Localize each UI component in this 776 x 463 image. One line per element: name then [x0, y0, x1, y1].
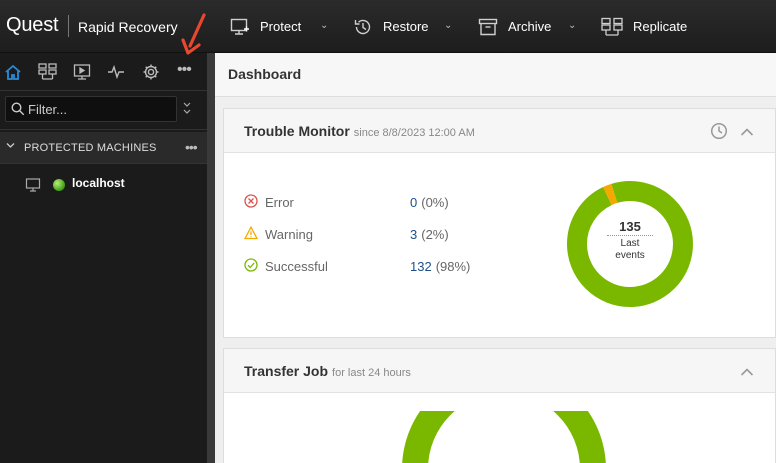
protected-machines-title: PROTECTED MACHINES — [24, 142, 157, 154]
donut-caption-line1: Last — [620, 238, 640, 249]
donut-total: 135 — [619, 219, 641, 234]
nav-restore-button[interactable]: Restore — [353, 0, 429, 53]
settings-icon[interactable] — [142, 63, 162, 83]
section-more-icon[interactable]: ••• — [185, 139, 198, 155]
brand-divider — [68, 15, 69, 37]
chevron-up-icon[interactable] — [740, 364, 754, 382]
transfer-job-subtitle: for last 24 hours — [332, 367, 411, 379]
home-icon[interactable] — [4, 63, 24, 83]
sidebar-divider — [0, 129, 207, 130]
transfer-job-title: Transfer Job for last 24 hours — [244, 363, 411, 379]
history-clock-icon[interactable] — [710, 122, 728, 145]
main-header: Dashboard — [215, 53, 776, 97]
nav-restore-label: Restore — [383, 19, 429, 34]
nav-replicate-label: Replicate — [633, 19, 688, 34]
page-title: Dashboard — [228, 66, 302, 82]
donut-caption-line2: events — [615, 250, 645, 261]
nav-archive-label: Archive — [508, 19, 552, 34]
transfer-job-title-text: Transfer Job — [244, 363, 329, 379]
servers-icon[interactable] — [38, 63, 58, 83]
warning-icon — [243, 225, 259, 243]
search-icon — [11, 102, 25, 121]
transfer-job-donut-chart[interactable] — [394, 411, 614, 463]
warning-label: Warning — [265, 226, 313, 242]
replicate-icon — [601, 17, 623, 37]
activity-icon[interactable] — [107, 63, 127, 83]
transfer-job-header: Transfer Job for last 24 hours — [224, 349, 775, 393]
restore-icon — [353, 17, 373, 37]
warning-percent: (2%) — [421, 226, 449, 242]
trouble-monitor-title: Trouble Monitor since 8/8/2023 12:00 AM — [244, 123, 475, 139]
transfer-job-donut-segment — [402, 411, 606, 463]
sidebar: ••• PROTECTED MACHINES ••• localhost — [0, 53, 207, 463]
trouble-monitor-title-text: Trouble Monitor — [244, 123, 350, 139]
more-icon[interactable]: ••• — [177, 61, 197, 81]
error-label: Error — [265, 194, 294, 210]
restore-chevron-down-icon[interactable]: ⌄ — [444, 20, 452, 31]
annotation-arrow-icon — [180, 12, 208, 61]
trouble-monitor-card: Trouble Monitor since 8/8/2023 12:00 AM E… — [223, 108, 776, 338]
monitor-icon[interactable] — [73, 63, 93, 83]
protect-icon — [230, 17, 250, 37]
filter-field[interactable] — [5, 96, 177, 122]
donut-label-divider — [607, 235, 653, 236]
trouble-monitor-subtitle: since 8/8/2023 12:00 AM — [353, 127, 475, 139]
archive-chevron-down-icon[interactable]: ⌄ — [568, 20, 576, 31]
chevron-down-icon[interactable] — [6, 141, 15, 152]
nav-archive-button[interactable]: Archive — [478, 0, 551, 53]
error-count: 0 — [410, 194, 418, 210]
trouble-row-successful[interactable]: Successful 132 (98%) — [244, 256, 470, 276]
protect-chevron-down-icon[interactable]: ⌄ — [320, 20, 328, 31]
sidebar-resize-handle[interactable] — [207, 53, 215, 463]
error-icon — [244, 193, 258, 211]
filter-input[interactable] — [28, 100, 173, 118]
transfer-job-card: Transfer Job for last 24 hours — [223, 348, 776, 463]
trouble-row-warning[interactable]: Warning 3 (2%) — [243, 224, 449, 244]
nav-protect-label: Protect — [260, 19, 302, 34]
successful-count: 132 — [410, 258, 432, 274]
quest-logo: Quest — [6, 14, 59, 36]
archive-icon — [478, 17, 498, 37]
sidebar-toolbar: ••• — [0, 53, 207, 91]
warning-count: 3 — [410, 226, 418, 242]
collapse-all-icon[interactable] — [182, 101, 192, 118]
successful-label: Successful — [265, 258, 328, 274]
success-icon — [244, 257, 258, 275]
nav-protect-button[interactable]: Protect — [230, 0, 301, 53]
error-percent: (0%) — [421, 194, 449, 210]
donut-caption: Last events — [600, 238, 660, 262]
successful-percent: (98%) — [435, 258, 471, 274]
protected-machines-header[interactable]: PROTECTED MACHINES ••• — [0, 132, 207, 164]
chevron-up-icon[interactable] — [740, 124, 754, 142]
trouble-monitor-header: Trouble Monitor since 8/8/2023 12:00 AM — [224, 109, 775, 153]
nav-replicate-button[interactable]: Replicate — [601, 0, 687, 53]
top-bar: Quest Rapid Recovery Protect ⌄ Restore ⌄… — [0, 0, 776, 53]
online-status-icon — [53, 179, 65, 191]
computer-icon — [25, 177, 41, 198]
trouble-row-error[interactable]: Error 0 (0%) — [244, 192, 449, 212]
main-content: Dashboard Trouble Monitor since 8/8/2023 … — [215, 53, 776, 463]
machine-name: localhost — [72, 176, 125, 190]
machine-item-localhost[interactable]: localhost — [0, 173, 207, 197]
product-name: Rapid Recovery — [78, 19, 178, 35]
